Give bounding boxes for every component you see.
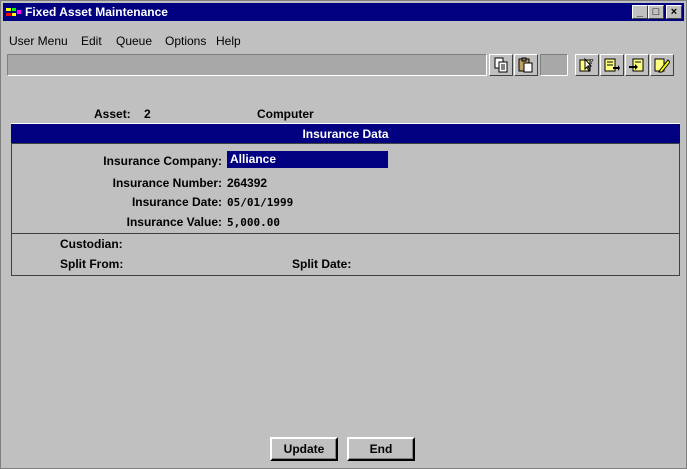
- window-controls: _ □ ×: [632, 5, 682, 19]
- help-pointer-button[interactable]: ?: [575, 54, 599, 76]
- section-header-insurance: Insurance Data: [11, 123, 680, 144]
- menu-bar: User Menu Edit Queue Options Help: [3, 32, 684, 50]
- copy-button[interactable]: [489, 54, 513, 76]
- insurance-date-field[interactable]: 05/01/1999: [227, 196, 293, 209]
- insurance-company-field[interactable]: Alliance: [227, 151, 388, 168]
- maximize-icon: □: [652, 6, 660, 18]
- menu-queue[interactable]: Queue: [116, 34, 152, 48]
- export-icon: [604, 58, 620, 72]
- asset-header: Asset: 2 Computer: [11, 97, 680, 123]
- custodian-label: Custodian:: [60, 237, 123, 251]
- insurance-number-label: Insurance Number:: [112, 176, 222, 190]
- export-button[interactable]: [600, 54, 624, 76]
- toolbar-gap: [540, 54, 568, 76]
- svg-text:?: ?: [590, 58, 594, 66]
- paste-button[interactable]: [514, 54, 538, 76]
- close-icon: ×: [670, 6, 678, 18]
- update-button[interactable]: Update: [270, 437, 338, 461]
- minimize-button[interactable]: _: [632, 5, 648, 19]
- split-date-label: Split Date:: [292, 257, 352, 271]
- end-button[interactable]: End: [347, 437, 415, 461]
- asset-description: Computer: [257, 107, 314, 121]
- toolbar-strip: [7, 54, 487, 76]
- menu-options[interactable]: Options: [165, 34, 206, 48]
- help-pointer-icon: ?: [579, 57, 594, 72]
- section-divider: [12, 233, 679, 234]
- window-title: Fixed Asset Maintenance: [25, 5, 168, 19]
- minimize-icon: _: [636, 6, 644, 18]
- insurance-company-label: Insurance Company:: [103, 154, 222, 168]
- paste-icon: [518, 57, 533, 73]
- insurance-date-label: Insurance Date:: [131, 195, 222, 209]
- split-from-label: Split From:: [60, 257, 124, 271]
- app-icon: [6, 8, 21, 16]
- menu-help[interactable]: Help: [216, 34, 241, 48]
- toolbar: ?: [3, 50, 684, 80]
- asset-number: 2: [144, 107, 151, 121]
- form-area: Asset: 2 Computer Insurance Data Insuran…: [11, 97, 680, 277]
- close-button[interactable]: ×: [666, 5, 682, 19]
- edit-pencil-button[interactable]: [650, 54, 674, 76]
- insurance-number-field[interactable]: 264392: [227, 176, 267, 190]
- insurance-value-field[interactable]: 5,000.00: [227, 216, 280, 229]
- app-window: Fixed Asset Maintenance _ □ × User Menu …: [0, 0, 687, 469]
- insurance-panel: Insurance Company: Alliance Insurance Nu…: [11, 143, 680, 276]
- maximize-button[interactable]: □: [648, 5, 664, 19]
- copy-icon: [494, 57, 508, 73]
- import-icon: [629, 58, 644, 72]
- insurance-value-label: Insurance Value:: [126, 215, 222, 229]
- title-bar[interactable]: Fixed Asset Maintenance _ □ ×: [3, 3, 684, 21]
- menu-edit[interactable]: Edit: [81, 34, 102, 48]
- edit-pencil-icon: [654, 58, 670, 73]
- import-button[interactable]: [625, 54, 649, 76]
- asset-label: Asset:: [94, 107, 131, 121]
- menu-user-menu[interactable]: User Menu: [9, 34, 68, 48]
